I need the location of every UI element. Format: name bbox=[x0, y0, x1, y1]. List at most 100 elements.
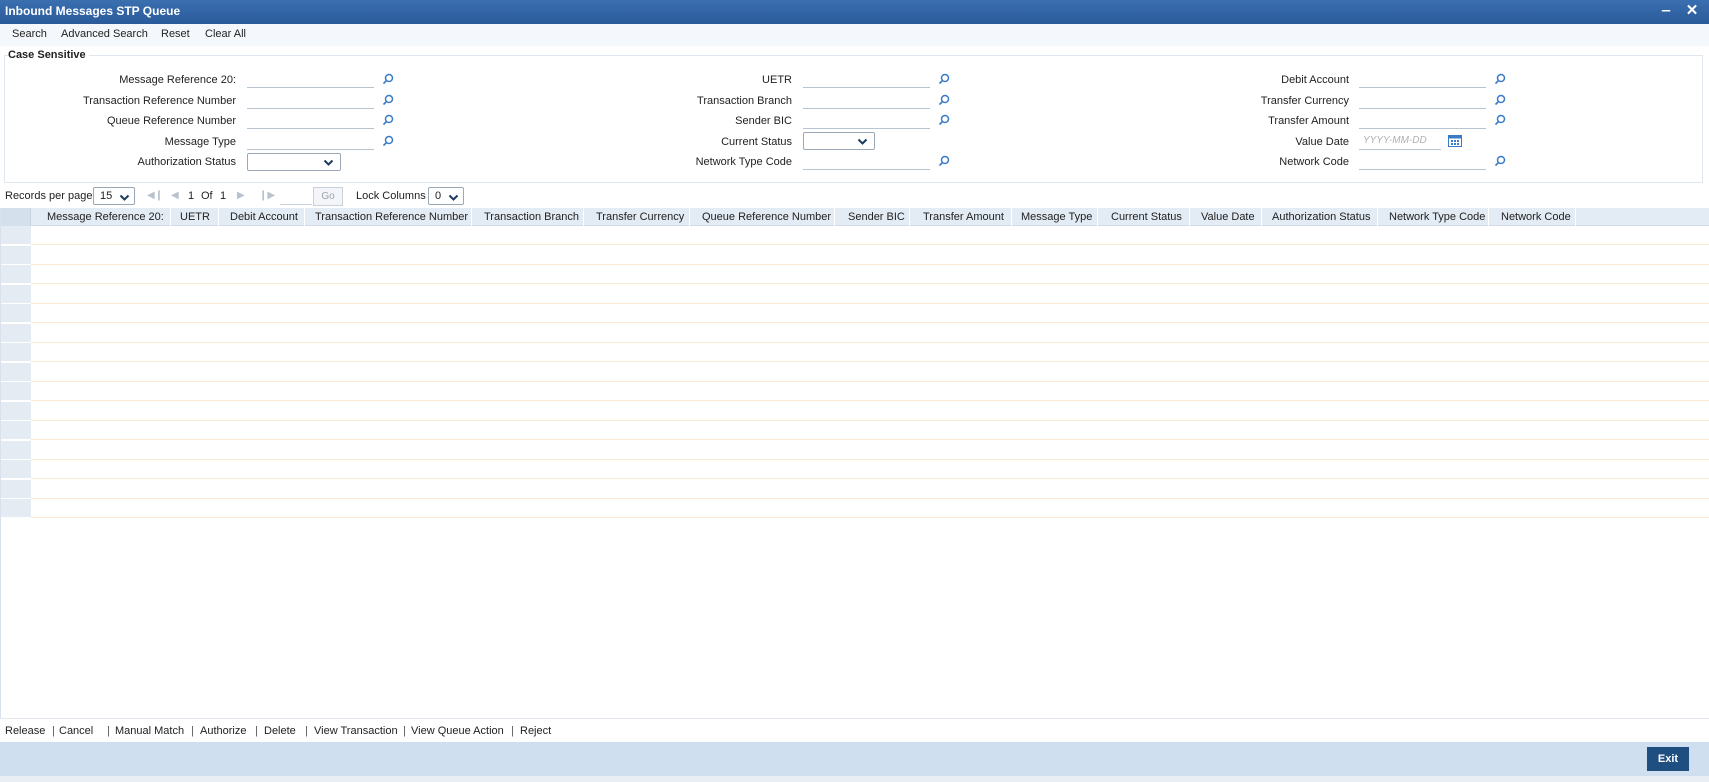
view-transaction-button[interactable]: View Transaction bbox=[314, 725, 398, 737]
table-row[interactable] bbox=[1, 226, 1709, 245]
table-row[interactable] bbox=[1, 499, 1709, 518]
search-icon[interactable] bbox=[1494, 73, 1506, 85]
view-queue-action-button[interactable]: View Queue Action bbox=[411, 725, 504, 737]
column-header-current-status[interactable]: Current Status bbox=[1111, 211, 1182, 223]
search-button[interactable]: Search bbox=[12, 28, 47, 40]
column-header-uetr[interactable]: UETR bbox=[180, 211, 210, 223]
first-page-icon[interactable]: ◀❙ bbox=[147, 190, 163, 201]
delete-button[interactable]: Delete bbox=[264, 725, 296, 737]
search-icon[interactable] bbox=[382, 114, 394, 126]
table-row[interactable] bbox=[1, 460, 1709, 479]
reset-button[interactable]: Reset bbox=[161, 28, 190, 40]
row-select-cell[interactable] bbox=[1, 284, 31, 304]
next-page-icon[interactable]: ▶ bbox=[237, 190, 245, 201]
minimize-icon[interactable]: ‒ bbox=[1657, 2, 1675, 20]
column-header-queue-reference-number[interactable]: Queue Reference Number bbox=[702, 211, 831, 223]
search-icon[interactable] bbox=[938, 155, 950, 167]
search-icon[interactable] bbox=[1494, 94, 1506, 106]
transaction-reference-number-input[interactable] bbox=[247, 92, 374, 109]
search-icon[interactable] bbox=[938, 94, 950, 106]
column-header-network-code[interactable]: Network Code bbox=[1501, 211, 1571, 223]
column-header-message-type[interactable]: Message Type bbox=[1021, 211, 1092, 223]
transfer-amount-input[interactable] bbox=[1359, 112, 1486, 129]
exit-button[interactable]: Exit bbox=[1647, 747, 1689, 771]
column-header-value-date[interactable]: Value Date bbox=[1201, 211, 1255, 223]
column-header-sender-bic[interactable]: Sender BIC bbox=[848, 211, 905, 223]
close-icon[interactable]: ✕ bbox=[1683, 2, 1701, 20]
column-header-transfer-currency[interactable]: Transfer Currency bbox=[596, 211, 684, 223]
previous-page-icon[interactable]: ◀ bbox=[171, 190, 179, 201]
table-row[interactable] bbox=[1, 382, 1709, 401]
go-to-page-input[interactable] bbox=[280, 188, 312, 205]
table-row[interactable] bbox=[1, 479, 1709, 499]
calendar-icon[interactable] bbox=[1448, 134, 1462, 147]
table-row[interactable] bbox=[1, 421, 1709, 440]
row-select-cell[interactable] bbox=[1, 440, 31, 460]
table-row[interactable] bbox=[1, 265, 1709, 284]
network-code-input[interactable] bbox=[1359, 153, 1486, 170]
authorize-button[interactable]: Authorize bbox=[200, 725, 246, 737]
queue-reference-number-input[interactable] bbox=[247, 112, 374, 129]
lock-columns-select[interactable]: 0 bbox=[428, 187, 464, 205]
row-select-cell[interactable] bbox=[1, 460, 31, 479]
search-icon[interactable] bbox=[382, 135, 394, 147]
table-row[interactable] bbox=[1, 304, 1709, 323]
network-type-code-input[interactable] bbox=[803, 153, 930, 170]
uetr-input[interactable] bbox=[803, 71, 930, 88]
transfer-currency-input[interactable] bbox=[1359, 92, 1486, 109]
column-header-debit-account[interactable]: Debit Account bbox=[230, 211, 298, 223]
row-select-cell[interactable] bbox=[1, 245, 31, 265]
last-page-icon[interactable]: ❙▶ bbox=[259, 190, 275, 201]
search-icon[interactable] bbox=[1494, 114, 1506, 126]
row-select-cell[interactable] bbox=[1, 226, 31, 245]
table-row[interactable] bbox=[1, 401, 1709, 421]
current-status-select[interactable] bbox=[803, 132, 875, 150]
window-bottom-edge bbox=[0, 776, 1709, 782]
row-select-cell[interactable] bbox=[1, 479, 31, 499]
release-button[interactable]: Release bbox=[5, 725, 45, 737]
table-row[interactable] bbox=[1, 343, 1709, 362]
search-icon[interactable] bbox=[938, 73, 950, 85]
transaction-branch-input[interactable] bbox=[803, 92, 930, 109]
row-select-cell[interactable] bbox=[1, 362, 31, 382]
clear-all-button[interactable]: Clear All bbox=[205, 28, 246, 40]
column-header-transaction-reference-number[interactable]: Transaction Reference Number bbox=[315, 211, 468, 223]
search-icon[interactable] bbox=[382, 94, 394, 106]
row-select-cell[interactable] bbox=[1, 265, 31, 284]
column-header-authorization-status[interactable]: Authorization Status bbox=[1272, 211, 1370, 223]
sender-bic-input[interactable] bbox=[803, 112, 930, 129]
column-header-transaction-branch[interactable]: Transaction Branch bbox=[484, 211, 579, 223]
column-header-network-type-code[interactable]: Network Type Code bbox=[1389, 211, 1485, 223]
table-row[interactable] bbox=[1, 245, 1709, 265]
debit-account-input[interactable] bbox=[1359, 71, 1486, 88]
table-row[interactable] bbox=[1, 440, 1709, 460]
table-row[interactable] bbox=[1, 323, 1709, 343]
column-header-message-reference-20[interactable]: Message Reference 20: bbox=[47, 211, 164, 223]
action-separator: | bbox=[403, 725, 406, 737]
row-select-cell[interactable] bbox=[1, 421, 31, 440]
go-button[interactable]: Go bbox=[313, 187, 343, 206]
advanced-search-button[interactable]: Advanced Search bbox=[61, 28, 148, 40]
message-reference-20-input[interactable] bbox=[247, 71, 374, 88]
message-type-input[interactable] bbox=[247, 133, 374, 150]
row-select-cell[interactable] bbox=[1, 304, 31, 323]
row-select-cell[interactable] bbox=[1, 401, 31, 421]
search-icon[interactable] bbox=[382, 73, 394, 85]
cancel-button[interactable]: Cancel bbox=[59, 725, 93, 737]
manual-match-button[interactable]: Manual Match bbox=[115, 725, 184, 737]
search-icon[interactable] bbox=[938, 114, 950, 126]
row-select-cell[interactable] bbox=[1, 343, 31, 362]
records-per-page-select[interactable]: 15 bbox=[93, 187, 135, 205]
table-row[interactable] bbox=[1, 362, 1709, 382]
transfer-amount-label: Transfer Amount bbox=[1268, 115, 1349, 127]
select-all-cell[interactable] bbox=[1, 208, 31, 226]
value-date-input[interactable]: YYYY-MM-DD bbox=[1359, 133, 1441, 150]
row-select-cell[interactable] bbox=[1, 499, 31, 518]
row-select-cell[interactable] bbox=[1, 382, 31, 401]
column-header-transfer-amount[interactable]: Transfer Amount bbox=[923, 211, 1004, 223]
table-row[interactable] bbox=[1, 284, 1709, 304]
reject-button[interactable]: Reject bbox=[520, 725, 551, 737]
search-icon[interactable] bbox=[1494, 155, 1506, 167]
row-select-cell[interactable] bbox=[1, 323, 31, 343]
authorization-status-select[interactable] bbox=[247, 153, 341, 171]
